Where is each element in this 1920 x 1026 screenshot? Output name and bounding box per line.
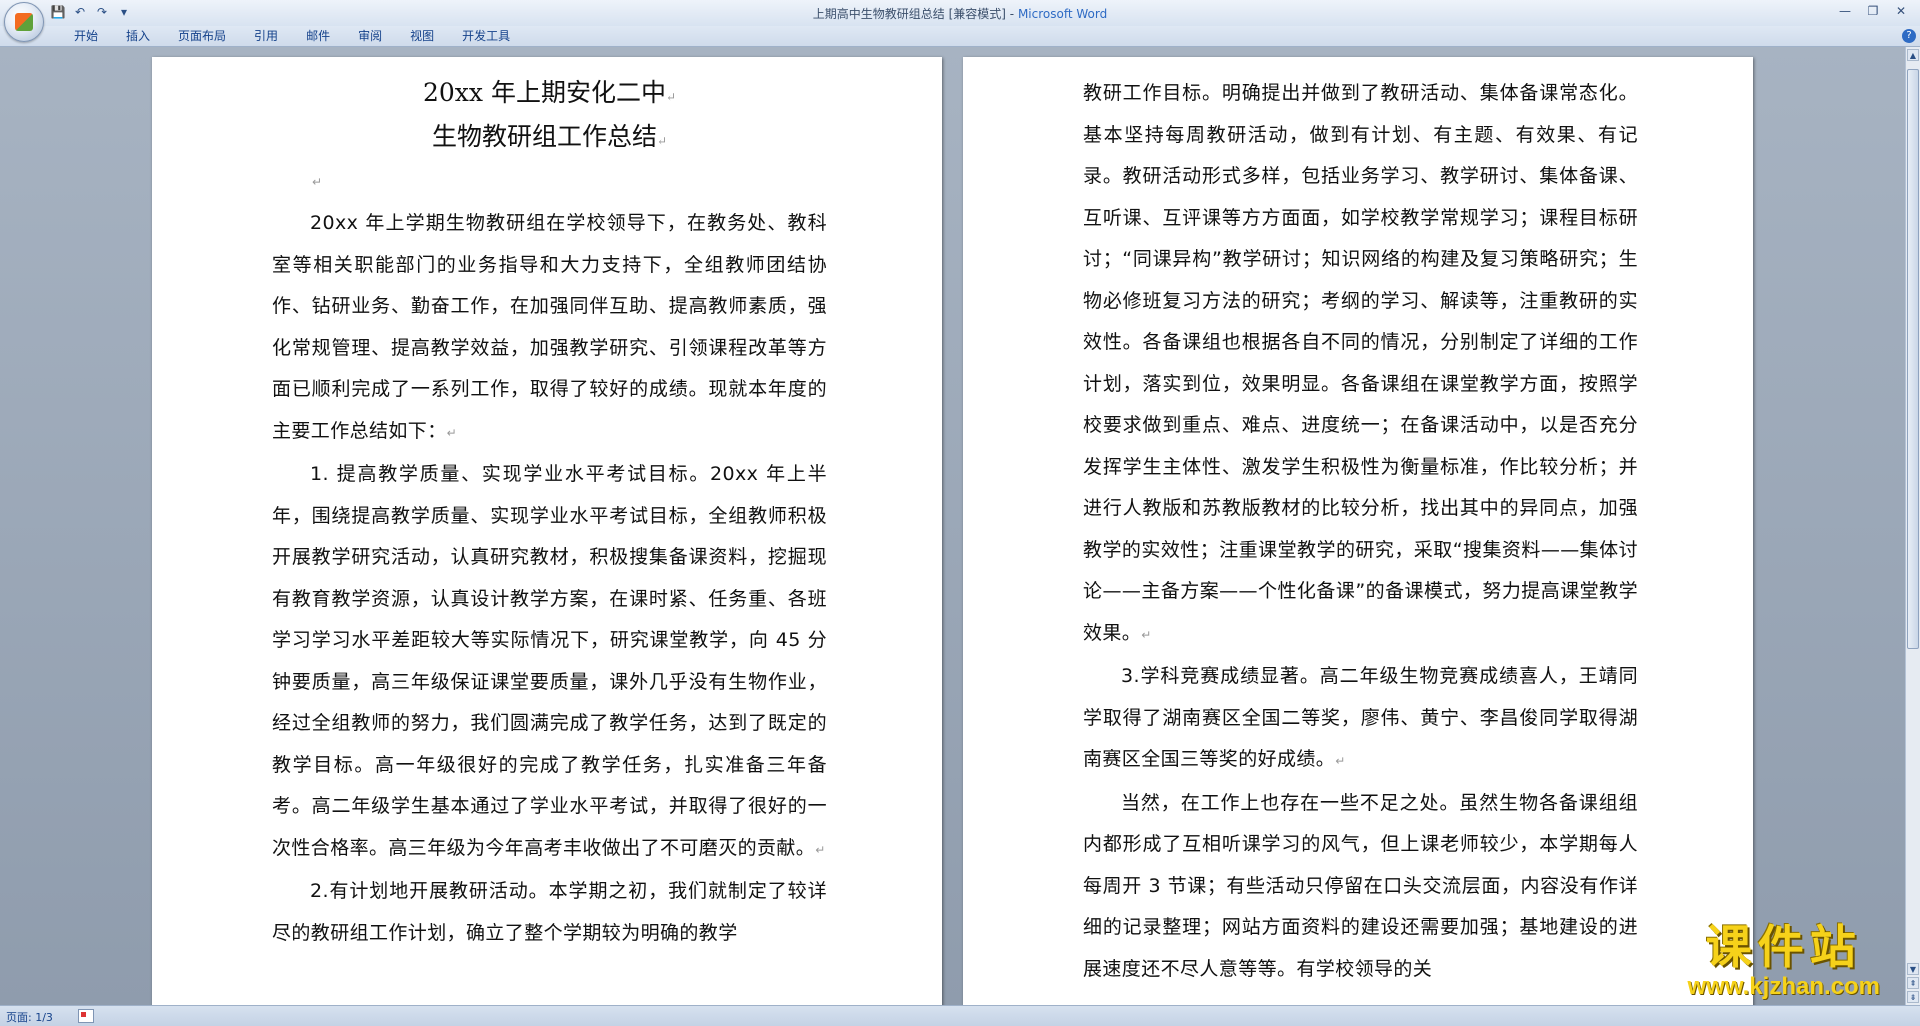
tab-mailings[interactable]: 邮件 (292, 29, 344, 43)
page-right-content: 教研工作目标。明确提出并做到了教研活动、集体备课常态化。基本坚持每周教研活动，做… (1083, 73, 1638, 990)
minimize-icon[interactable]: — (1832, 2, 1858, 20)
watermark-url: www.kjzhan.com (1687, 973, 1880, 1000)
page-left-content: 20xx 年上期安化二中↵ 生物教研组工作总结↵ ↵ 20xx 年上学期生物教研… (272, 73, 827, 954)
tab-insert[interactable]: 插入 (112, 29, 164, 43)
empty-paragraph: ↵ (312, 175, 323, 189)
office-logo-icon (15, 13, 33, 31)
paragraph-shortcomings: 当然，在工作上也存在一些不足之处。虽然生物各备课组组内都形成了互相听课学习的风气… (1083, 791, 1638, 980)
page-indicator[interactable]: 页面: 1/3 (6, 1009, 53, 1025)
page-right[interactable]: 教研工作目标。明确提出并做到了教研活动、集体备课常态化。基本坚持每周教研活动，做… (963, 57, 1753, 1005)
page-left[interactable]: 20xx 年上期安化二中↵ 生物教研组工作总结↵ ↵ 20xx 年上学期生物教研… (152, 57, 942, 1005)
scrollbar-thumb[interactable] (1907, 69, 1919, 649)
vertical-scrollbar[interactable]: ▲ ▼ ⇞ ⇟ (1905, 47, 1920, 1005)
paragraph-item-2: 2.有计划地开展教研活动。本学期之初，我们就制定了较详尽的教研组工作计划，确立了… (272, 880, 827, 944)
paragraph-item-3: 3.学科竞赛成绩显著。高二年级生物竞赛成绩喜人，王靖同学取得了湖南赛区全国二等奖… (1083, 665, 1638, 770)
ribbon-tabs: 开始 插入 页面布局 引用 邮件 审阅 视图 开发工具 ? (0, 26, 1920, 47)
document-title-line1: 20xx 年上期安化二中↵ (422, 78, 677, 107)
scroll-up-icon[interactable]: ▲ (1907, 49, 1919, 61)
help-icon[interactable]: ? (1902, 29, 1916, 43)
close-icon[interactable]: ✕ (1888, 2, 1914, 20)
tab-developer[interactable]: 开发工具 (448, 29, 524, 43)
document-workspace: 20xx 年上期安化二中↵ 生物教研组工作总结↵ ↵ 20xx 年上学期生物教研… (0, 47, 1906, 1005)
restore-icon[interactable]: ❐ (1860, 2, 1886, 20)
application-name: Microsoft Word (1017, 7, 1108, 21)
watermark-logo: 课件站 www.kjzhan.com (1688, 920, 1880, 1000)
scroll-down-icon[interactable]: ▼ (1907, 963, 1919, 975)
previous-page-icon[interactable]: ⇞ (1907, 977, 1919, 989)
office-button[interactable] (4, 2, 44, 42)
paragraph-item-1: 1. 提高教学质量、实现学业水平考试目标。20xx 年上半年，围绕提高教学质量、… (272, 463, 827, 859)
next-page-icon[interactable]: ⇟ (1907, 991, 1919, 1003)
tab-view[interactable]: 视图 (396, 29, 448, 43)
paragraph-continued: 教研工作目标。明确提出并做到了教研活动、集体备课常态化。基本坚持每周教研活动，做… (1083, 82, 1638, 644)
document-name: 上期高中生物教研组总结 [兼容模式] - (812, 7, 1015, 21)
window-controls: — ❐ ✕ (1832, 2, 1914, 20)
tab-page-layout[interactable]: 页面布局 (164, 29, 240, 43)
watermark-text: 课件站 (1705, 920, 1862, 974)
title-bar: 💾 ↶ ↷ ▾ 上期高中生物教研组总结 [兼容模式] - Microsoft W… (0, 0, 1920, 42)
paragraph-intro: 20xx 年上学期生物教研组在学校领导下，在教务处、教科室等相关职能部门的业务指… (272, 212, 827, 442)
tab-review[interactable]: 审阅 (344, 29, 396, 43)
document-title-line2: 生物教研组工作总结↵ (431, 122, 668, 151)
tab-home[interactable]: 开始 (60, 29, 112, 43)
window-title: 上期高中生物教研组总结 [兼容模式] - Microsoft Word (0, 5, 1920, 22)
status-bar: 页面: 1/3 (0, 1005, 1920, 1026)
tab-references[interactable]: 引用 (240, 29, 292, 43)
proofing-icon[interactable] (78, 1009, 94, 1023)
